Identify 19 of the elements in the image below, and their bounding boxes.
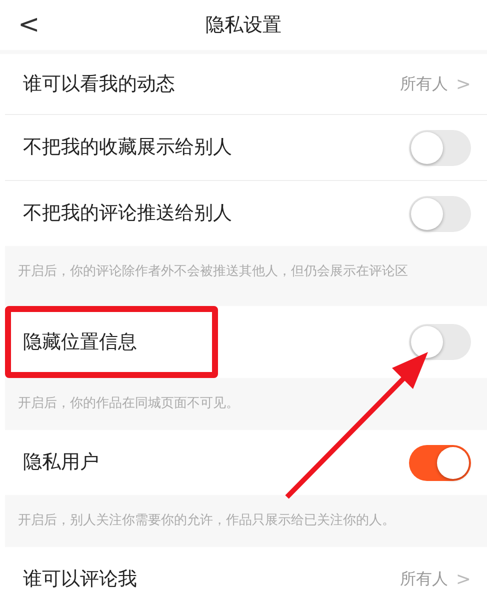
toggle-switch[interactable] <box>409 324 471 360</box>
setting-label: 隐私用户 <box>23 450 99 476</box>
toggle-switch[interactable] <box>409 130 471 166</box>
hint-text: 开启后，别人关注你需要你的允许，作品只展示给已关注你的人。 <box>18 513 395 528</box>
setting-value[interactable]: 所有人 <box>400 72 448 96</box>
chevron-icon: > <box>456 566 471 592</box>
setting-label: 谁可以看我的动态 <box>23 72 175 97</box>
back-button[interactable]: < <box>18 6 40 44</box>
setting-label: 不把我的评论推送给别人 <box>23 201 232 226</box>
setting-label: 隐藏位置信息 <box>23 330 137 355</box>
setting-label: 谁可以评论我 <box>23 566 137 592</box>
toggle-switch[interactable] <box>409 444 471 480</box>
setting-value[interactable]: 所有人 <box>400 567 448 591</box>
hint-text: 开启后，你的评论除作者外不会被推送其他人，但仍会展示在评论区 <box>18 264 408 279</box>
chevron-icon: > <box>456 70 471 98</box>
page-title: 隐私设置 <box>206 12 282 38</box>
hint-text: 开启后，你的作品在同城页面不可见。 <box>18 396 239 411</box>
setting-label: 不把我的收藏展示给别人 <box>23 135 232 160</box>
toggle-switch[interactable] <box>409 196 471 232</box>
